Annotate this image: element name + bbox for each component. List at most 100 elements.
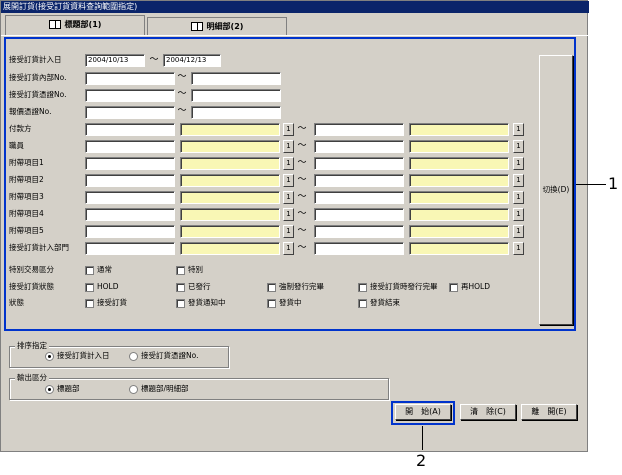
- extra2-lookup-to-button[interactable]: 1: [513, 174, 524, 187]
- dept-lookup-to-button[interactable]: 1: [513, 242, 524, 255]
- status-forced-checkbox[interactable]: [267, 283, 276, 292]
- extra3-name-from[interactable]: [180, 191, 280, 204]
- dept-label: 接受訂貨計入部門: [9, 243, 69, 252]
- date-to-input[interactable]: 2004/12/13: [163, 54, 221, 67]
- internal-no-to[interactable]: [191, 72, 281, 85]
- extra5-lookup-to-button[interactable]: 1: [513, 225, 524, 238]
- extra5-code-to[interactable]: [314, 225, 404, 238]
- extra1-lookup-from-button[interactable]: 1: [283, 157, 294, 170]
- extra3-label: 附帶項目3: [9, 192, 44, 201]
- staff-lookup-from-button[interactable]: 1: [283, 140, 294, 153]
- extra3-lookup-to-button[interactable]: 1: [513, 191, 524, 204]
- payer-code-from[interactable]: [85, 123, 175, 136]
- extra5-label: 附帶項目5: [9, 226, 44, 235]
- dept-name-from[interactable]: [180, 242, 280, 255]
- tilde: ～: [297, 209, 307, 219]
- output-label: 輸出區分: [15, 373, 49, 383]
- status-shipping-label: 發貨中: [279, 298, 302, 307]
- status-rehold-checkbox[interactable]: [449, 283, 458, 292]
- extra3-lookup-from-button[interactable]: 1: [283, 191, 294, 204]
- book-icon: [48, 20, 61, 29]
- extra1-code-to[interactable]: [314, 157, 404, 170]
- staff-code-to[interactable]: [314, 140, 404, 153]
- extra4-code-to[interactable]: [314, 208, 404, 221]
- extra4-lookup-to-button[interactable]: 1: [513, 208, 524, 221]
- status-order-checkbox[interactable]: [85, 299, 94, 308]
- sort-voucher-radio[interactable]: [129, 352, 138, 361]
- status-shipped-checkbox[interactable]: [358, 299, 367, 308]
- status-hold-label: HOLD: [97, 282, 119, 291]
- status-issued-label: 已發行: [188, 282, 211, 291]
- dept-code-from[interactable]: [85, 242, 175, 255]
- callout-1: 1: [608, 174, 619, 193]
- output-header-radio[interactable]: [45, 385, 54, 394]
- special-special-checkbox[interactable]: [176, 266, 185, 275]
- quote-no-to[interactable]: [191, 106, 281, 119]
- extra2-code-from[interactable]: [85, 174, 175, 187]
- tab-divider: [1, 35, 589, 36]
- extra1-name-from[interactable]: [180, 157, 280, 170]
- staff-name-from[interactable]: [180, 140, 280, 153]
- status-notify-checkbox[interactable]: [176, 299, 185, 308]
- payer-lookup-from-button[interactable]: 1: [283, 123, 294, 136]
- staff-code-from[interactable]: [85, 140, 175, 153]
- extra3-code-from[interactable]: [85, 191, 175, 204]
- extra4-name-to[interactable]: [409, 208, 509, 221]
- tilde: ～: [297, 175, 307, 185]
- extra5-name-from[interactable]: [180, 225, 280, 238]
- extra3-code-to[interactable]: [314, 191, 404, 204]
- status-hold-checkbox[interactable]: [85, 283, 94, 292]
- payer-lookup-to-button[interactable]: 1: [513, 123, 524, 136]
- extra4-code-from[interactable]: [85, 208, 175, 221]
- status-order-issued-checkbox[interactable]: [358, 283, 367, 292]
- payer-label: 付款方: [9, 124, 32, 133]
- switch-button[interactable]: 切換(D): [539, 55, 573, 325]
- callout-2: 2: [416, 451, 427, 470]
- sort-date-radio[interactable]: [45, 352, 54, 361]
- tilde: ～: [177, 89, 187, 99]
- extra1-code-from[interactable]: [85, 157, 175, 170]
- exit-button[interactable]: 離 開(E): [521, 404, 577, 420]
- tilde: ～: [297, 124, 307, 134]
- extra4-lookup-from-button[interactable]: 1: [283, 208, 294, 221]
- extra1-lookup-to-button[interactable]: 1: [513, 157, 524, 170]
- payer-code-to[interactable]: [314, 123, 404, 136]
- extra4-name-from[interactable]: [180, 208, 280, 221]
- extra3-name-to[interactable]: [409, 191, 509, 204]
- voucher-no-to[interactable]: [191, 89, 281, 102]
- tab-header[interactable]: 標題部(1): [5, 15, 145, 36]
- tab-detail[interactable]: 明細部(2): [147, 17, 287, 36]
- extra5-name-to[interactable]: [409, 225, 509, 238]
- output-detail-radio[interactable]: [129, 385, 138, 394]
- extra2-lookup-from-button[interactable]: 1: [283, 174, 294, 187]
- status-shipped-label: 發貨結束: [370, 298, 400, 307]
- status-shipping-checkbox[interactable]: [267, 299, 276, 308]
- date-label: 接受訂貨計入日: [9, 55, 62, 64]
- extra1-name-to[interactable]: [409, 157, 509, 170]
- tilde: ～: [177, 72, 187, 82]
- extra5-code-from[interactable]: [85, 225, 175, 238]
- date-from-input[interactable]: 2004/10/13: [85, 54, 145, 67]
- start-button[interactable]: 開 始(A): [395, 404, 451, 420]
- extra5-lookup-from-button[interactable]: 1: [283, 225, 294, 238]
- staff-lookup-to-button[interactable]: 1: [513, 140, 524, 153]
- extra2-name-from[interactable]: [180, 174, 280, 187]
- dept-code-to[interactable]: [314, 242, 404, 255]
- status-label: 狀態: [9, 298, 24, 307]
- payer-name-from[interactable]: [180, 123, 280, 136]
- extra2-code-to[interactable]: [314, 174, 404, 187]
- special-normal-checkbox[interactable]: [85, 266, 94, 275]
- quote-no-from[interactable]: [85, 106, 175, 119]
- staff-name-to[interactable]: [409, 140, 509, 153]
- voucher-no-label: 接受訂貨憑證No.: [9, 90, 67, 99]
- internal-no-from[interactable]: [85, 72, 175, 85]
- clear-button[interactable]: 清 除(C): [460, 404, 516, 420]
- payer-name-to[interactable]: [409, 123, 509, 136]
- status-issued-checkbox[interactable]: [176, 283, 185, 292]
- status-notify-label: 發貨通知中: [188, 298, 226, 307]
- dept-lookup-from-button[interactable]: 1: [283, 242, 294, 255]
- extra2-name-to[interactable]: [409, 174, 509, 187]
- dept-name-to[interactable]: [409, 242, 509, 255]
- voucher-no-from[interactable]: [85, 89, 175, 102]
- special-special-label: 特別: [188, 265, 203, 274]
